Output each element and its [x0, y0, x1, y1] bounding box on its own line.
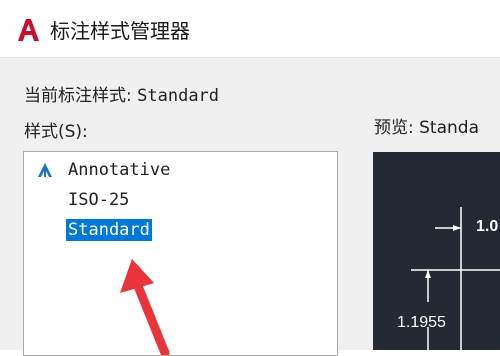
current-style-row: 当前标注样式: Standard	[24, 84, 219, 108]
title-bar: 标注样式管理器	[0, 0, 500, 58]
list-item-iso-25[interactable]: ISO-25	[24, 187, 324, 213]
window-title: 标注样式管理器	[50, 19, 190, 43]
autocad-logo-icon	[18, 19, 39, 41]
annotative-icon	[38, 163, 52, 177]
annotation-arrow-icon	[120, 259, 170, 355]
styles-label: 样式(S):	[24, 122, 88, 142]
current-style-value: Standard	[137, 86, 220, 106]
preview-dimension-left: 1.1955	[397, 314, 446, 331]
list-item-label: Standard	[66, 219, 152, 241]
list-item-label: Annotative	[68, 160, 171, 180]
preview-panel: 1.0 1.1955	[373, 152, 500, 350]
list-item-label: ISO-25	[68, 190, 130, 210]
list-item-annotative[interactable]: Annotative	[24, 157, 324, 183]
preview-dimension-top: 1.0	[476, 218, 499, 235]
list-item-standard[interactable]: Standard	[24, 217, 324, 243]
current-style-label: 当前标注样式:	[24, 86, 138, 106]
preview-label: 预览: Standa	[374, 118, 479, 138]
